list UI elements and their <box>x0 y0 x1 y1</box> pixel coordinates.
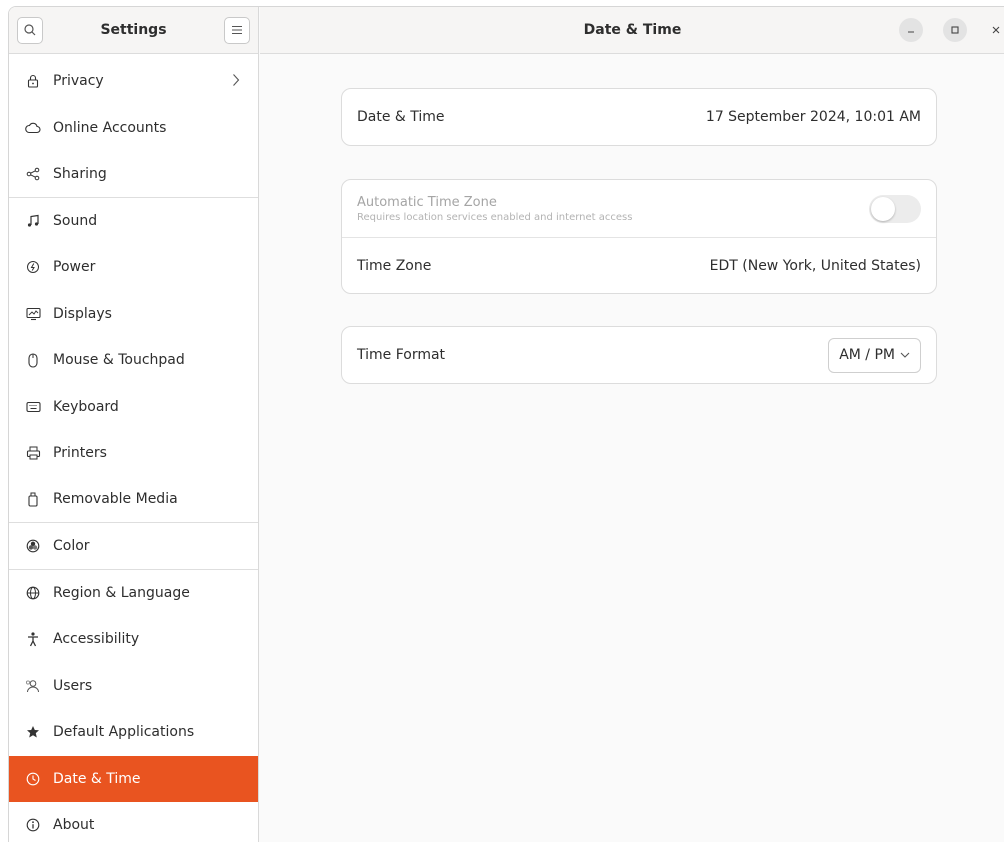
sidebar-item-online-accounts[interactable]: Online Accounts <box>9 105 258 152</box>
settings-window: Settings Privacy Online Accounts Sharing <box>8 6 1004 842</box>
sidebar: Settings Privacy Online Accounts Sharing <box>9 7 259 842</box>
sidebar-title: Settings <box>100 22 167 38</box>
sidebar-item-label: Sound <box>53 212 98 229</box>
automatic-time-zone-toggle[interactable] <box>869 194 921 223</box>
sidebar-item-sound[interactable]: Sound <box>9 198 258 245</box>
maximize-button[interactable] <box>943 18 967 42</box>
sidebar-item-label: Displays <box>53 305 112 322</box>
toggle-knob <box>871 196 895 221</box>
close-icon <box>992 26 1000 34</box>
sidebar-item-mouse-touchpad[interactable]: Mouse & Touchpad <box>9 337 258 384</box>
power-icon <box>25 259 41 275</box>
sidebar-item-label: Power <box>53 259 96 276</box>
sidebar-item-label: Privacy <box>53 73 104 90</box>
printer-icon <box>25 445 41 461</box>
time-format-dropdown[interactable]: AM / PM <box>828 337 921 373</box>
sidebar-item-color[interactable]: Color <box>9 523 258 570</box>
sidebar-item-displays[interactable]: Displays <box>9 291 258 338</box>
sidebar-header: Settings <box>9 7 258 54</box>
time-format-card: Time Format AM / PM <box>341 326 937 384</box>
main-panel: Date & Time Date & Time 17 September 202… <box>260 7 1004 842</box>
star-icon <box>25 724 41 740</box>
search-icon <box>24 24 36 36</box>
sidebar-item-default-applications[interactable]: Default Applications <box>9 709 258 756</box>
cloud-icon <box>25 120 41 136</box>
date-time-label: Date & Time <box>357 109 445 125</box>
usb-drive-icon <box>25 491 41 507</box>
sidebar-item-keyboard[interactable]: Keyboard <box>9 384 258 431</box>
info-icon <box>25 817 41 833</box>
time-zone-card: Automatic Time Zone Requires location se… <box>341 179 937 294</box>
hamburger-icon <box>232 25 242 35</box>
chevron-down-icon <box>900 352 910 358</box>
time-zone-label: Time Zone <box>357 257 432 274</box>
share-icon <box>25 166 41 182</box>
automatic-time-zone-text: Automatic Time Zone Requires location se… <box>357 195 632 223</box>
automatic-time-zone-label: Automatic Time Zone <box>357 194 497 210</box>
clock-icon <box>25 771 41 787</box>
time-format-selected: AM / PM <box>839 347 895 363</box>
date-time-row[interactable]: Date & Time 17 September 2024, 10:01 AM <box>342 89 936 145</box>
sidebar-item-privacy[interactable]: Privacy <box>9 58 258 105</box>
date-time-value: 17 September 2024, 10:01 AM <box>705 109 921 125</box>
sidebar-item-date-time[interactable]: Date & Time <box>9 755 258 802</box>
sidebar-item-label: Mouse & Touchpad <box>53 352 185 369</box>
sidebar-item-power[interactable]: Power <box>9 244 258 291</box>
main-header: Date & Time <box>260 7 1004 54</box>
sidebar-item-label: Sharing <box>53 165 107 182</box>
display-icon <box>25 306 41 322</box>
mouse-icon <box>25 352 41 368</box>
sidebar-item-label: Region & Language <box>53 584 190 601</box>
date-time-card: Date & Time 17 September 2024, 10:01 AM <box>341 88 937 146</box>
time-format-row: Time Format AM / PM <box>342 327 936 383</box>
sidebar-item-about[interactable]: About <box>9 802 258 842</box>
music-note-icon <box>25 213 41 229</box>
sidebar-item-accessibility[interactable]: Accessibility <box>9 616 258 663</box>
time-zone-row[interactable]: Time Zone EDT (New York, United States) <box>342 237 936 293</box>
window-controls <box>899 18 1004 42</box>
sidebar-item-label: Online Accounts <box>53 119 167 136</box>
accessibility-icon <box>25 631 41 647</box>
sidebar-item-label: About <box>53 817 95 834</box>
sidebar-item-removable-media[interactable]: Removable Media <box>9 477 258 523</box>
sidebar-item-label: Removable Media <box>53 491 178 508</box>
automatic-time-zone-subtitle: Requires location services enabled and i… <box>357 211 633 223</box>
globe-icon <box>25 585 41 601</box>
maximize-icon <box>951 26 959 34</box>
sidebar-item-users[interactable]: Users <box>9 663 258 710</box>
search-button[interactable] <box>17 16 43 44</box>
chevron-right-icon <box>233 74 240 86</box>
sidebar-item-label: Printers <box>53 445 107 462</box>
sidebar-item-label: Default Applications <box>53 724 195 741</box>
sidebar-item-sharing[interactable]: Sharing <box>9 151 258 198</box>
sidebar-item-label: Date & Time <box>53 770 141 787</box>
color-wheel-icon <box>25 538 41 554</box>
lock-icon <box>25 73 41 89</box>
sidebar-item-label: Color <box>53 537 90 554</box>
sidebar-list: Privacy Online Accounts Sharing Sound Po… <box>9 58 258 842</box>
page-title: Date & Time <box>583 22 682 38</box>
users-icon <box>25 678 41 694</box>
close-button[interactable] <box>987 18 1004 42</box>
time-format-label: Time Format <box>357 347 446 363</box>
sidebar-item-region-language[interactable]: Region & Language <box>9 570 258 617</box>
minimize-icon <box>908 31 914 33</box>
menu-button[interactable] <box>224 16 250 44</box>
sidebar-item-printers[interactable]: Printers <box>9 430 258 477</box>
time-zone-value: EDT (New York, United States) <box>709 257 921 274</box>
keyboard-icon <box>25 399 41 415</box>
minimize-button[interactable] <box>899 18 923 42</box>
sidebar-item-label: Users <box>53 677 93 694</box>
sidebar-item-label: Accessibility <box>53 631 140 648</box>
sidebar-item-label: Keyboard <box>53 398 119 415</box>
automatic-time-zone-row: Automatic Time Zone Requires location se… <box>342 180 936 237</box>
